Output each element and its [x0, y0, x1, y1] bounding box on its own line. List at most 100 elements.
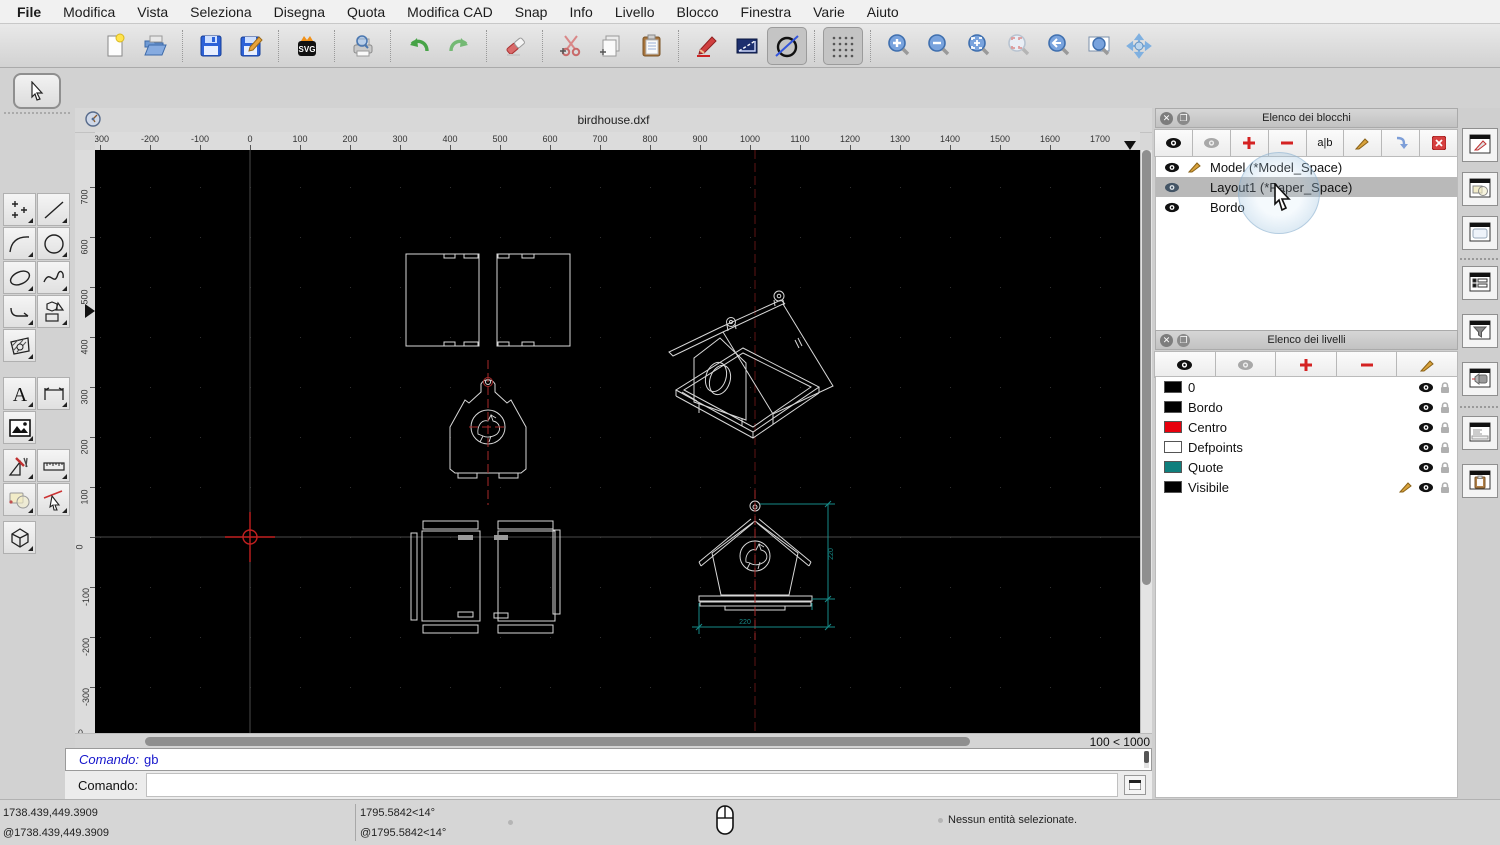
- menu-disegna[interactable]: Disegna: [263, 4, 336, 20]
- command-line-toggle-button[interactable]: [1462, 416, 1498, 450]
- visibility-eye-icon[interactable]: [1164, 162, 1180, 173]
- line-tool[interactable]: [37, 193, 70, 226]
- library-browser-toggle-button[interactable]: [1462, 216, 1498, 250]
- block-add-button[interactable]: [1229, 129, 1269, 157]
- visibility-eye-icon[interactable]: [1418, 462, 1434, 473]
- polyline-tool[interactable]: [3, 295, 36, 328]
- block-insert-button[interactable]: [1381, 129, 1421, 157]
- layer-show-all-button[interactable]: [1154, 351, 1216, 378]
- print-preview-button[interactable]: [343, 27, 383, 65]
- modify-tool[interactable]: [37, 483, 70, 516]
- visibility-eye-icon[interactable]: [1418, 382, 1434, 393]
- isometric-projection-tool[interactable]: [3, 521, 36, 554]
- layer-edit-button[interactable]: [1396, 351, 1458, 378]
- clipboard-viewer-toggle-button[interactable]: [1462, 464, 1498, 498]
- redo-button[interactable]: [439, 27, 479, 65]
- selection-filter-toggle-button[interactable]: [1462, 266, 1498, 300]
- zoom-in-button[interactable]: [879, 27, 919, 65]
- zoom-auto-button[interactable]: [959, 27, 999, 65]
- menu-varie[interactable]: Varie: [802, 4, 856, 20]
- horizontal-scrollbar[interactable]: 100 < 1000: [75, 733, 1152, 749]
- zoom-previous-button[interactable]: [1039, 27, 1079, 65]
- block-hide-all-button[interactable]: [1191, 129, 1231, 157]
- selection-arrow-button[interactable]: [13, 73, 61, 109]
- block-delete-button[interactable]: [1419, 129, 1458, 157]
- menu-info[interactable]: Info: [558, 4, 603, 20]
- menu-livello[interactable]: Livello: [604, 4, 666, 20]
- visibility-eye-icon[interactable]: [1418, 402, 1434, 413]
- menu-finestra[interactable]: Finestra: [730, 4, 803, 20]
- visibility-eye-icon[interactable]: [1164, 182, 1180, 193]
- property-editor-toggle-button[interactable]: [1462, 128, 1498, 162]
- lock-icon[interactable]: [1439, 461, 1451, 474]
- layer-remove-button[interactable]: [1335, 351, 1398, 378]
- history-scrollbar[interactable]: [1144, 751, 1149, 768]
- zoom-selection-button[interactable]: [999, 27, 1039, 65]
- vertical-scrollbar-thumb[interactable]: [1142, 150, 1151, 585]
- zoom-out-button[interactable]: [919, 27, 959, 65]
- circle-tool[interactable]: [37, 227, 70, 260]
- zoom-window-button[interactable]: [1079, 27, 1119, 65]
- layer-add-button[interactable]: [1275, 351, 1337, 378]
- points-tool[interactable]: [3, 193, 36, 226]
- drawing-canvas[interactable]: 220 220: [95, 150, 1140, 733]
- copy-button[interactable]: [591, 27, 631, 65]
- save-as-button[interactable]: [231, 27, 271, 65]
- lock-icon[interactable]: [1439, 401, 1451, 414]
- visibility-eye-icon[interactable]: [1418, 422, 1434, 433]
- lock-icon[interactable]: [1439, 421, 1451, 434]
- measure-tool[interactable]: [37, 449, 70, 482]
- save-button[interactable]: [191, 27, 231, 65]
- spline-tool[interactable]: [37, 261, 70, 294]
- layer-row-bordo[interactable]: Bordo: [1156, 397, 1457, 417]
- ellipse-tool[interactable]: [3, 261, 36, 294]
- menu-modifica-cad[interactable]: Modifica CAD: [396, 4, 504, 20]
- horizontal-scrollbar-thumb[interactable]: [145, 737, 970, 746]
- text-tool[interactable]: A: [3, 377, 36, 410]
- new-file-button[interactable]: [95, 27, 135, 65]
- shapes-tool[interactable]: [37, 295, 70, 328]
- menu-snap[interactable]: Snap: [504, 4, 559, 20]
- layer-row-0[interactable]: 0: [1156, 377, 1457, 397]
- lock-icon[interactable]: [1439, 481, 1451, 494]
- paste-button[interactable]: [631, 27, 671, 65]
- cad-tools-tool[interactable]: [3, 449, 36, 482]
- menu-vista[interactable]: Vista: [126, 4, 179, 20]
- layer-row-quote[interactable]: Quote: [1156, 457, 1457, 477]
- view-tools-toggle-button[interactable]: [1462, 362, 1498, 396]
- dimension-tool[interactable]: [37, 377, 70, 410]
- layer-row-visibile[interactable]: Visibile: [1156, 477, 1457, 497]
- menu-seleziona[interactable]: Seleziona: [179, 4, 263, 20]
- draw-pencil-button[interactable]: [687, 27, 727, 65]
- layer-row-centro[interactable]: Centro: [1156, 417, 1457, 437]
- grid-toggle-button[interactable]: [823, 26, 863, 65]
- menu-file[interactable]: File: [6, 4, 52, 20]
- lock-icon[interactable]: [1439, 381, 1451, 394]
- visibility-eye-icon[interactable]: [1418, 482, 1434, 493]
- layer-row-defpoints[interactable]: Defpoints: [1156, 437, 1457, 457]
- visibility-eye-icon[interactable]: [1164, 202, 1180, 213]
- document-tab-bar[interactable]: birdhouse.dxf: [75, 108, 1152, 133]
- block-list-toggle-button[interactable]: [1462, 172, 1498, 206]
- svg-export-button[interactable]: SVG: [287, 27, 327, 65]
- eraser-button[interactable]: [495, 27, 535, 65]
- image-tool[interactable]: [3, 411, 36, 444]
- command-window-toggle-button[interactable]: [1124, 775, 1146, 795]
- cut-button[interactable]: [551, 27, 591, 65]
- undo-button[interactable]: [399, 27, 439, 65]
- selection-mode-button[interactable]: [727, 27, 767, 65]
- menu-aiuto[interactable]: Aiuto: [856, 4, 910, 20]
- block-edit-tool[interactable]: [3, 483, 36, 516]
- hatch-tool[interactable]: [3, 329, 36, 362]
- lock-icon[interactable]: [1439, 441, 1451, 454]
- block-edit-button[interactable]: [1343, 129, 1383, 157]
- circle-diagonal-button[interactable]: [767, 26, 807, 65]
- menu-blocco[interactable]: Blocco: [666, 4, 730, 20]
- block-show-all-button[interactable]: [1154, 129, 1193, 157]
- pan-button[interactable]: [1119, 27, 1159, 65]
- arc-tool[interactable]: [3, 227, 36, 260]
- visibility-eye-icon[interactable]: [1418, 442, 1434, 453]
- filter-toggle-button[interactable]: [1462, 314, 1498, 348]
- open-file-button[interactable]: [135, 27, 175, 65]
- menu-modifica[interactable]: Modifica: [52, 4, 126, 20]
